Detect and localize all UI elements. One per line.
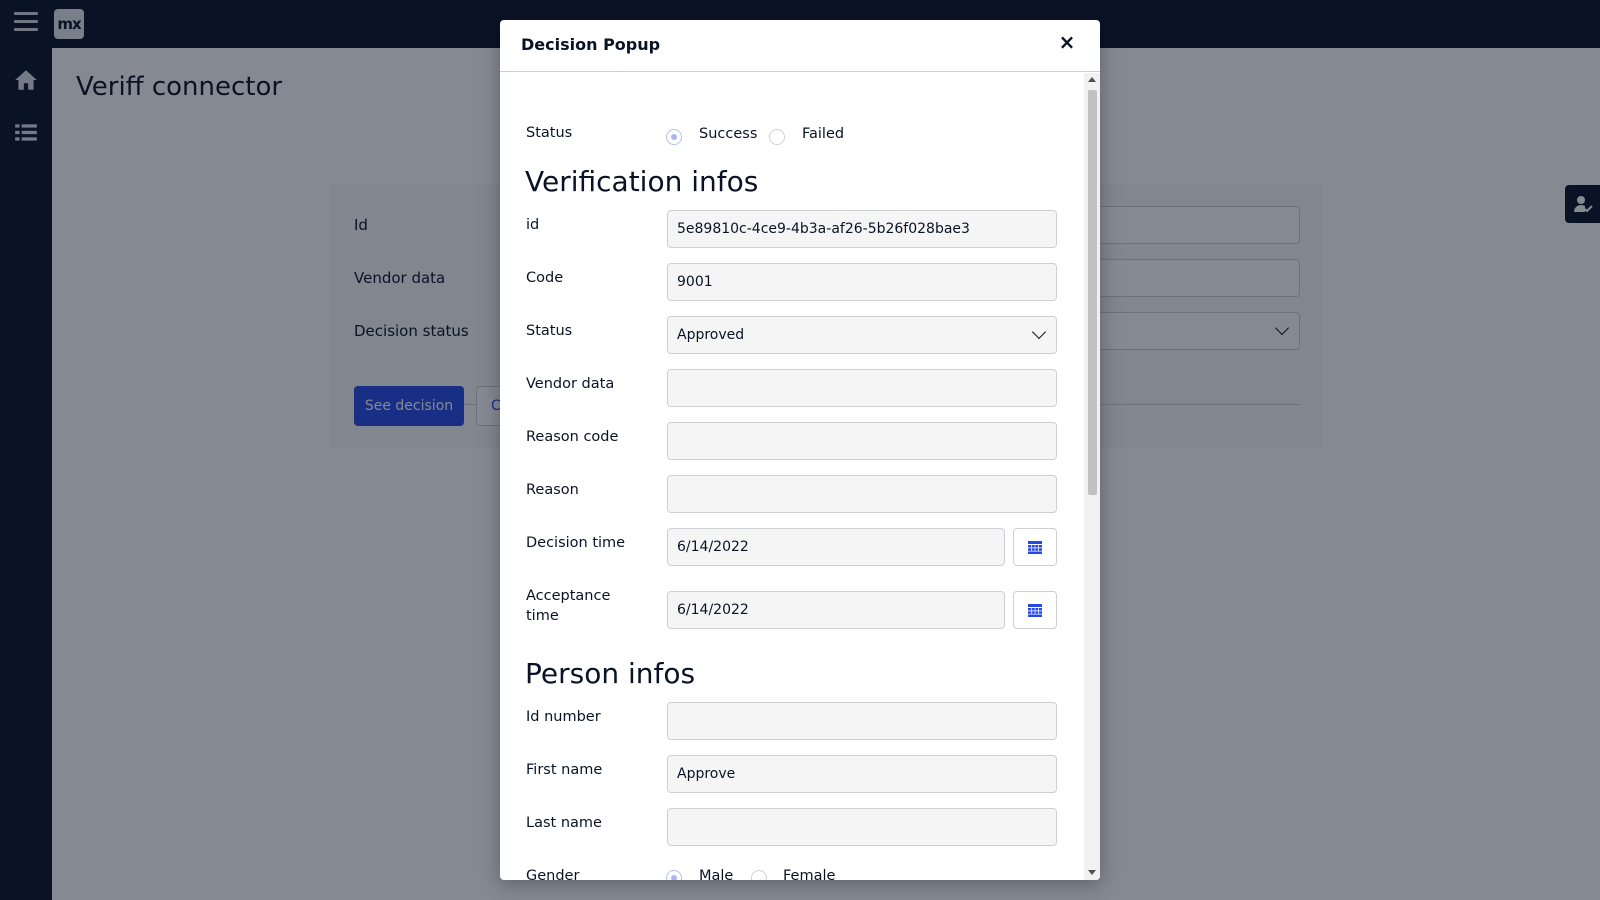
id-input[interactable]: 5e89810c-4ce9-4b3a-af26-5b26f028bae3 [667,210,1057,248]
verification-infos-heading: Verification infos [525,165,759,198]
code-label: Code [526,270,564,286]
acceptance-time-input[interactable]: 6/14/2022 [667,591,1005,629]
id-number-input[interactable] [667,702,1057,740]
last-name-label: Last name [526,815,602,831]
decision-popup: Decision Popup × Status Success Failed V… [500,20,1100,880]
verification-status-label: Status [526,323,573,339]
modal-header: Decision Popup × [500,20,1100,72]
decision-time-label: Decision time [526,535,626,551]
reason-label: Reason [526,482,579,498]
vendor-data-input[interactable] [667,369,1057,407]
status-failed-radio[interactable] [769,129,785,145]
vendor-data-label: Vendor data [526,376,615,392]
scroll-up-arrow-icon[interactable] [1088,77,1096,82]
status-success-label: Success [699,126,758,142]
acceptance-time-label-line1: Acceptance [526,588,611,604]
scroll-down-arrow-icon[interactable] [1088,870,1096,875]
calendar-icon [1028,604,1042,617]
gender-female-radio[interactable] [751,870,767,880]
acceptance-time-calendar-button[interactable] [1013,591,1057,629]
modal-title: Decision Popup [521,35,661,54]
scroll-thumb[interactable] [1088,90,1097,495]
gender-male-label: Male [699,868,734,880]
first-name-label: First name [526,762,603,778]
verification-status-value: Approved [677,327,745,343]
status-label: Status [526,125,573,141]
decision-time-input[interactable]: 6/14/2022 [667,528,1005,566]
chevron-down-icon [1031,324,1047,340]
reason-code-label: Reason code [526,429,619,445]
id-label: id [526,217,540,233]
first-name-input[interactable]: Approve [667,755,1057,793]
modal-scrollbar[interactable] [1084,73,1100,880]
reason-code-input[interactable] [667,422,1057,460]
close-icon[interactable]: × [1056,31,1078,53]
gender-female-label: Female [783,868,836,880]
status-failed-label: Failed [802,126,845,142]
status-success-radio[interactable] [666,129,682,145]
decision-time-calendar-button[interactable] [1013,528,1057,566]
verification-status-select[interactable]: Approved [667,316,1057,354]
code-input[interactable]: 9001 [667,263,1057,301]
gender-label: Gender [526,868,580,880]
acceptance-time-label: Acceptance time [526,586,610,626]
id-number-label: Id number [526,709,601,725]
calendar-icon [1028,541,1042,554]
gender-male-radio[interactable] [666,870,682,880]
last-name-input[interactable] [667,808,1057,846]
modal-body: Status Success Failed Verification infos… [500,73,1084,880]
acceptance-time-label-line2: time [526,608,559,624]
reason-input[interactable] [667,475,1057,513]
person-infos-heading: Person infos [525,657,696,690]
